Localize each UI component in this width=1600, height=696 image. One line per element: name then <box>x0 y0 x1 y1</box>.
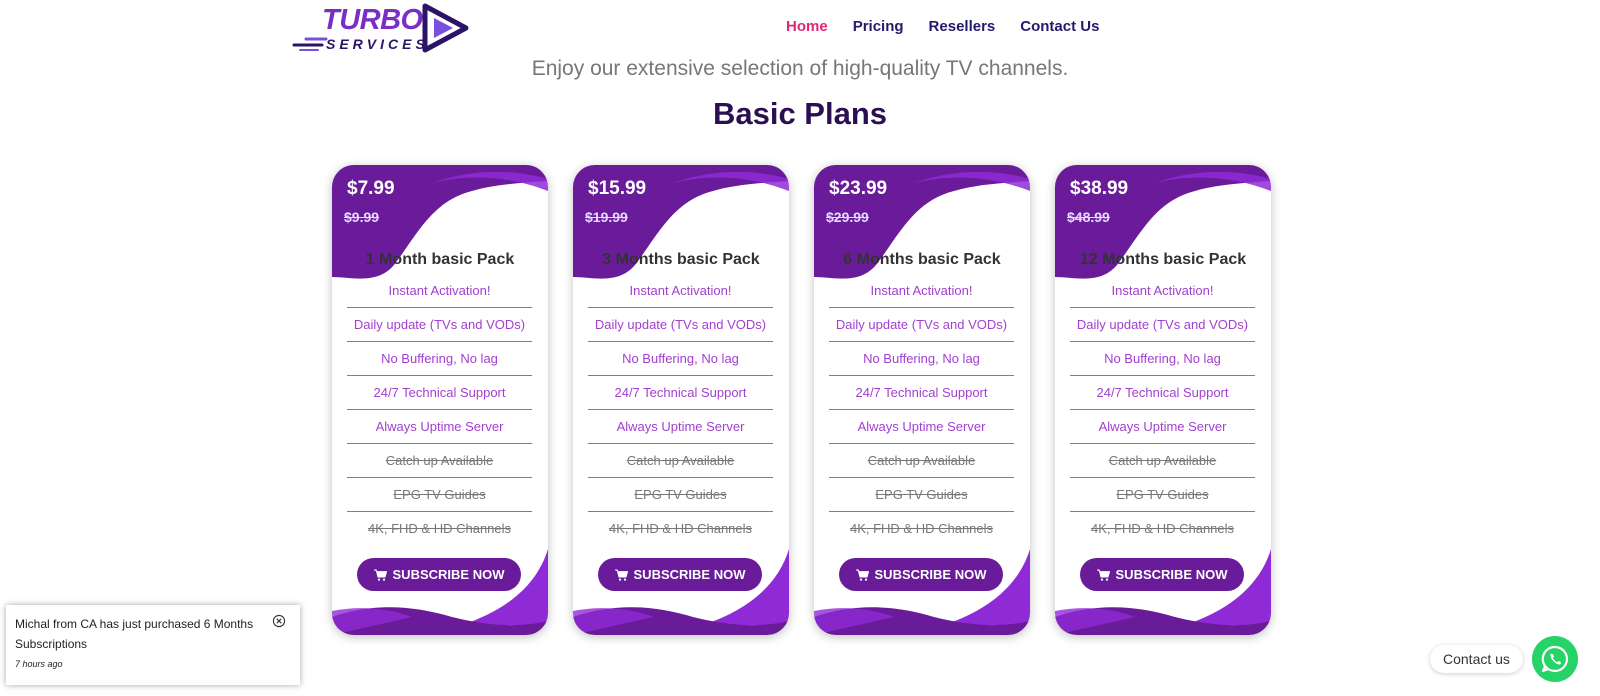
nav-home-link[interactable]: Home <box>786 18 828 35</box>
subscribe-button[interactable]: SUBSCRIBE NOW <box>839 558 1003 591</box>
plan-feature: 24/7 Technical Support <box>1070 376 1255 410</box>
plan-feature: 24/7 Technical Support <box>347 376 532 410</box>
contact-us-label[interactable]: Contact us <box>1430 645 1523 673</box>
plan-feature: No Buffering, No lag <box>829 342 1014 376</box>
plan-feature: Instant Activation! <box>347 274 532 308</box>
subscribe-label: SUBSCRIBE NOW <box>874 567 987 582</box>
plan-feature: Always Uptime Server <box>1070 410 1255 444</box>
plan-feature: No Buffering, No lag <box>347 342 532 376</box>
notification-message: Michal from CA has just purchased 6 Mont… <box>15 617 254 651</box>
plan-feature: EPG TV Guides <box>829 478 1014 512</box>
plan-title: 1 Month basic Pack <box>365 251 515 268</box>
nav-pricing-link[interactable]: Pricing <box>853 18 904 35</box>
plan-card: $38.99 $48.99 12 Months basic Pack Instant … <box>1055 165 1271 635</box>
cart-icon <box>1096 569 1110 581</box>
plan-feature: No Buffering, No lag <box>1070 342 1255 376</box>
plan-feature: Catch up Available <box>588 444 773 478</box>
plan-features: Instant Activation! Daily update (TVs and… <box>588 274 773 546</box>
plan-old-price: $29.99 <box>826 209 869 225</box>
tagline: Enjoy our extensive selection of high-qu… <box>531 57 1069 80</box>
subscribe-button[interactable]: SUBSCRIBE NOW <box>357 558 521 591</box>
plan-feature: Instant Activation! <box>588 274 773 308</box>
nav-resellers-link[interactable]: Resellers <box>929 18 996 35</box>
plan-features: Instant Activation! Daily update (TVs and… <box>347 274 532 546</box>
cart-icon <box>373 569 387 581</box>
cart-icon <box>614 569 628 581</box>
plan-title: 12 Months basic Pack <box>1079 251 1247 268</box>
plan-feature: 4K, FHD & HD Channels <box>849 521 994 536</box>
brand-subname: SERVICES <box>326 36 429 52</box>
plan-feature: Catch up Available <box>829 444 1014 478</box>
plan-features: Instant Activation! Daily update (TVs and… <box>1070 274 1255 546</box>
plan-price: $15.99 <box>588 178 647 199</box>
plan-features: Instant Activation! Daily update (TVs and… <box>829 274 1014 546</box>
plan-feature: 4K, FHD & HD Channels <box>1090 521 1235 536</box>
whatsapp-button[interactable] <box>1532 636 1578 682</box>
plan-title: 6 Months basic Pack <box>843 251 1001 268</box>
plan-old-price: $48.99 <box>1067 209 1110 225</box>
plan-price: $23.99 <box>829 178 888 199</box>
nav-contact-link[interactable]: Contact Us <box>1020 18 1099 35</box>
brand-logo[interactable]: TURBO SERVICES <box>292 2 482 54</box>
plan-card: $23.99 $29.99 6 Months basic Pack Instant A… <box>814 165 1030 635</box>
plan-feature: Daily update (TVs and VODs) <box>347 308 532 342</box>
main-nav: Home Pricing Resellers Contact Us <box>786 18 1124 35</box>
plan-feature: Always Uptime Server <box>347 410 532 444</box>
plan-feature: EPG TV Guides <box>588 478 773 512</box>
cart-icon <box>855 569 869 581</box>
plan-card: $15.99 $19.99 3 Months basic Pack Instant A… <box>573 165 789 635</box>
section-title: Basic Plans <box>712 96 888 131</box>
plan-title: 3 Months basic Pack <box>602 251 760 268</box>
subscribe-label: SUBSCRIBE NOW <box>633 567 746 582</box>
plan-feature: 24/7 Technical Support <box>588 376 773 410</box>
plan-price: $7.99 <box>347 178 395 199</box>
purchase-notification: Michal from CA has just purchased 6 Mont… <box>6 605 300 685</box>
plan-feature: 4K, FHD & HD Channels <box>608 521 753 536</box>
subscribe-button[interactable]: SUBSCRIBE NOW <box>598 558 762 591</box>
whatsapp-icon <box>1541 645 1568 673</box>
plan-feature: EPG TV Guides <box>347 478 532 512</box>
plan-feature: Instant Activation! <box>829 274 1014 308</box>
subscribe-label: SUBSCRIBE NOW <box>392 567 505 582</box>
plan-feature: No Buffering, No lag <box>588 342 773 376</box>
plan-feature: Daily update (TVs and VODs) <box>588 308 773 342</box>
plan-feature: Always Uptime Server <box>588 410 773 444</box>
plan-old-price: $9.99 <box>344 209 380 225</box>
brand-name: TURBO <box>322 4 423 36</box>
subscribe-button[interactable]: SUBSCRIBE NOW <box>1080 558 1244 591</box>
plan-feature: Catch up Available <box>1070 444 1255 478</box>
plan-price: $38.99 <box>1070 178 1129 199</box>
plan-feature: Instant Activation! <box>1070 274 1255 308</box>
plan-card: $7.99 $9.99 1 Month basic Pack Instant Acti… <box>332 165 548 635</box>
plan-feature: Daily update (TVs and VODs) <box>829 308 1014 342</box>
plan-feature: EPG TV Guides <box>1070 478 1255 512</box>
notification-time: 7 hours ago <box>15 659 63 669</box>
plan-feature: Catch up Available <box>347 444 532 478</box>
plan-feature: Always Uptime Server <box>829 410 1014 444</box>
plan-feature: Daily update (TVs and VODs) <box>1070 308 1255 342</box>
plan-feature: 24/7 Technical Support <box>829 376 1014 410</box>
plan-feature: 4K, FHD & HD Channels <box>367 521 512 536</box>
plan-old-price: $19.99 <box>585 209 628 225</box>
subscribe-label: SUBSCRIBE NOW <box>1115 567 1228 582</box>
close-circle-icon[interactable] <box>272 614 286 628</box>
